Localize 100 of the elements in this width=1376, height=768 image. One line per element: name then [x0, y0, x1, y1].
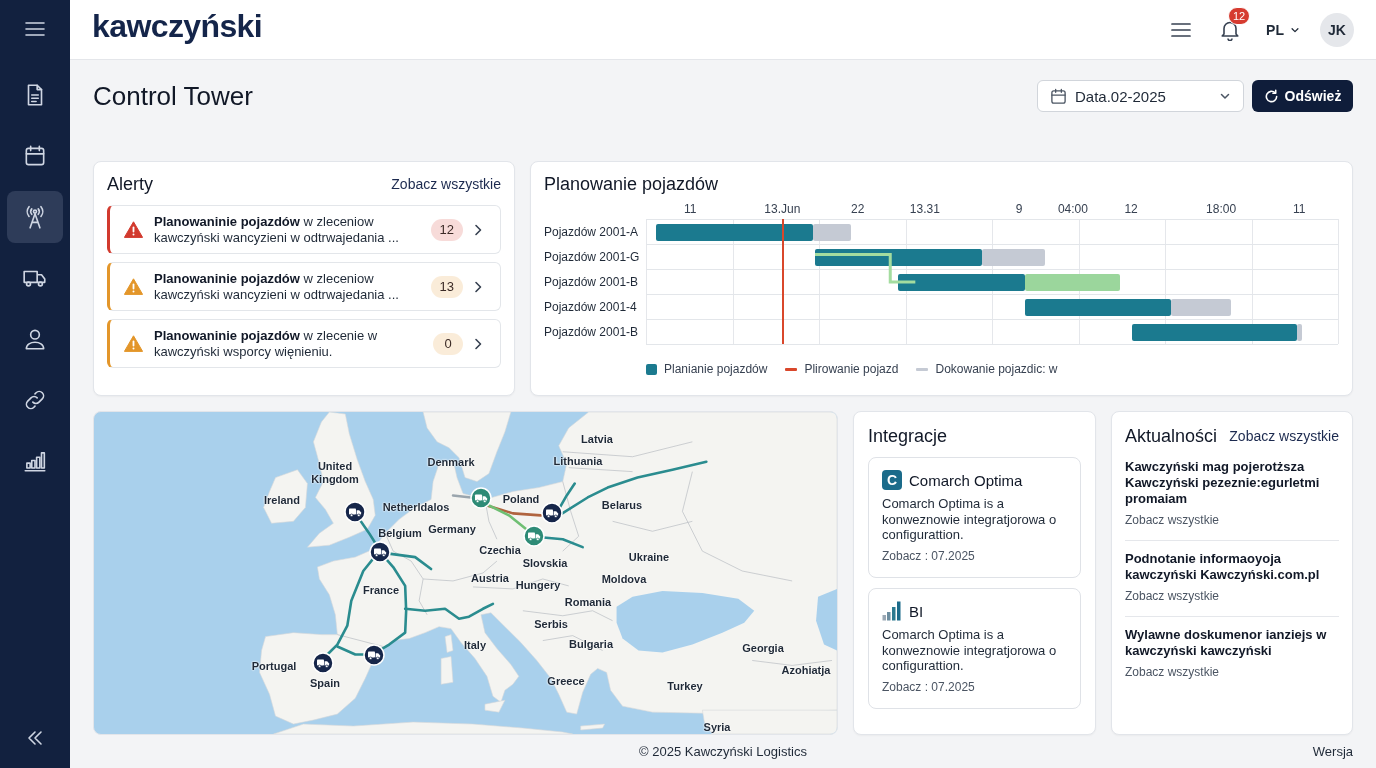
row-label: Pojazdów 2001-4 — [544, 300, 637, 314]
country-label: Spain — [310, 676, 340, 690]
planning-bar[interactable] — [897, 274, 1026, 291]
axis-tick-label: 13.Jun — [764, 202, 801, 216]
app-logo: C — [882, 470, 902, 490]
date-select[interactable]: Data.02-2025 — [1037, 80, 1244, 112]
row-label: Pojazdów 2001-B — [544, 275, 639, 289]
logo: kawczyński — [92, 8, 263, 45]
refresh-icon — [1263, 88, 1279, 104]
country-label: Germany — [428, 522, 476, 536]
news-title: Podnotanie informaoyoja kawczyński Kawczyński.com.pl — [1125, 551, 1321, 583]
truck-marker-icon[interactable] — [541, 502, 563, 524]
island-drawing — [580, 723, 605, 731]
page-title: Control Tower — [93, 80, 253, 112]
copyright-text: © 2025 Kawczyński Logistics — [639, 744, 807, 759]
country-label: Ukraine — [628, 550, 670, 564]
country-label: Lithuania — [553, 454, 603, 468]
country-label: Austria — [471, 571, 509, 585]
integration-description: Comarch Optima is a konweznowie integratjorowa o configurattion. — [882, 496, 1058, 543]
see-all-link[interactable]: Zobacz wszystkie — [1229, 428, 1339, 444]
country-label: France — [362, 583, 400, 597]
sea-drawing — [816, 588, 837, 651]
count-badge: 13 — [430, 275, 463, 298]
row-label: Pojazdów 2001-B — [544, 325, 639, 339]
country-label: Slovskia — [522, 556, 568, 570]
collapse-icon[interactable] — [25, 728, 45, 748]
integration-name: BI — [909, 602, 924, 620]
country-label: Czechia — [479, 543, 521, 557]
news-title: Kawczyński mag pojerotższa Kawczyński pezeznie:egurletmi promaiam — [1125, 459, 1321, 507]
country-label: Syria — [703, 720, 731, 734]
country-label: Ireland — [263, 493, 301, 507]
country-label: Serbis — [534, 617, 568, 631]
country-label: Hungery — [515, 578, 561, 592]
truck-marker-icon[interactable] — [344, 501, 366, 523]
axis-tick-label: 11 — [684, 202, 697, 216]
language-select[interactable]: PL — [1266, 21, 1300, 38]
island-drawing — [444, 634, 454, 653]
card-title: Planowanie pojazdów — [544, 173, 719, 195]
axis-tick-label: 18:00 — [1206, 202, 1237, 216]
integration-name: Comarch Optima — [909, 471, 1023, 489]
alert-item[interactable]: Planowaninie pojazdów w zlecenie w kawczyński wsporcy więnieniu. 0 — [107, 319, 501, 368]
route-line — [451, 494, 473, 499]
truck-marker-icon[interactable] — [523, 525, 545, 547]
news-title: Wylawne doskumenor ianziejs w kawczyński kawczyński — [1125, 627, 1328, 659]
bar-chart-icon — [882, 601, 902, 621]
see-all-link[interactable]: Zobacz wszystkie — [391, 176, 501, 192]
news-link[interactable]: Zobacz wszystkie — [1125, 513, 1220, 527]
country-label: Turkey — [667, 679, 703, 693]
news-link[interactable]: Zobacz wszystkie — [1125, 589, 1220, 603]
card-title: Integracje — [868, 425, 948, 447]
island-drawing — [440, 656, 454, 685]
country-label: Georgia — [742, 641, 784, 655]
integration-card[interactable]: C Comarch Optima Comarch Optima is a konweznowie integratjorowa o configurattion. Zobacz : 07.2025 — [868, 457, 1081, 578]
truck-marker-icon[interactable] — [369, 541, 391, 563]
country-label: Moldova — [601, 572, 647, 586]
country-label: Greece — [547, 674, 585, 688]
country-label: Azohiatja — [781, 663, 831, 677]
country-label: Romania — [564, 595, 612, 609]
alert-item[interactable]: Planowaninie pojazdów w zleceniow kawczyński wancyzieni w odtrwajedania ... 12 — [107, 205, 501, 254]
country-label: Belgium — [378, 526, 422, 540]
country-label: Latvia — [581, 432, 613, 446]
refresh-button[interactable]: Odśwież — [1252, 80, 1353, 112]
axis-tick-label: 04:00 — [1057, 202, 1088, 216]
integration-description: Comarch Optima is a konweznowie integratjorowa o configurattion. — [882, 627, 1058, 674]
row-label: Pojazdów 2001-A — [544, 225, 639, 239]
country-label: Belarus — [601, 498, 643, 512]
integration-meta: Zobacz : 07.2025 — [882, 679, 976, 694]
card-title: Aktualności — [1125, 425, 1218, 447]
axis-tick-label: 9 — [1015, 202, 1023, 216]
integration-meta: Zobacz : 07.2025 — [882, 548, 976, 563]
country-label: Bulgaria — [569, 637, 613, 651]
truck-marker-icon[interactable] — [363, 644, 385, 666]
country-label: Italy — [464, 638, 486, 652]
legend-label: Dokowanie pojazdic: w — [935, 362, 1058, 376]
integration-card[interactable]: BI Comarch Optima is a konweznowie integratjorowa o configurattion. Zobacz : 07.2025 — [868, 588, 1081, 709]
map-panel[interactable] — [93, 411, 838, 735]
version-label: Wersja — [1312, 744, 1353, 759]
country-label: Poland — [502, 492, 540, 506]
country-label: Denmark — [427, 455, 475, 469]
count-badge: 0 — [433, 332, 463, 355]
axis-tick-label: 22 — [851, 202, 865, 216]
count-badge: 12 — [430, 218, 463, 241]
axis-tick-label: 13.31 — [909, 202, 940, 216]
truck-marker-icon[interactable] — [312, 652, 334, 674]
notification-badge: 12 — [1228, 6, 1251, 25]
news-link[interactable]: Zobacz wszystkie — [1125, 665, 1220, 679]
country-label: Portugal — [251, 659, 297, 673]
truck-marker-icon[interactable] — [470, 487, 492, 509]
row-label: Pojazdów 2001-G — [544, 250, 640, 264]
card-title: Alerty — [107, 173, 153, 195]
alert-item[interactable]: Planowaninie pojazdów w zleceniow kawczyński wancyzieni w odtrwajedania ... 13 — [107, 262, 501, 311]
user-avatar[interactable]: JK — [1320, 12, 1354, 47]
island-drawing — [484, 699, 506, 713]
calendar-icon — [1050, 87, 1067, 105]
legend-label: Plirowanie pojazd — [804, 362, 899, 376]
legend-label: Planianie pojazdów — [664, 362, 768, 376]
country-label: Netherldalos — [382, 500, 450, 514]
nav-item[interactable] — [7, 191, 63, 243]
country-label: United Kingdom — [310, 460, 360, 486]
axis-tick-label: 12 — [1124, 202, 1138, 216]
